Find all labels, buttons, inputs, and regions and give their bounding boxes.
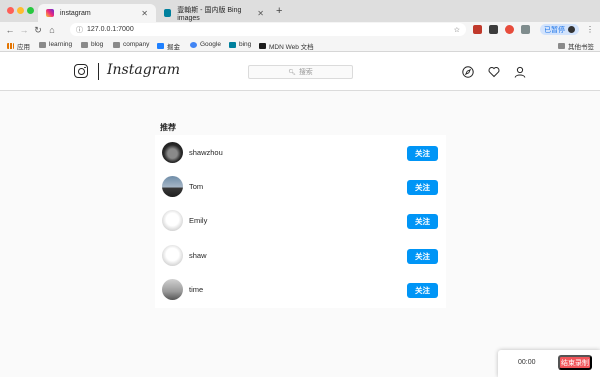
maximize-window-button[interactable]	[27, 7, 34, 14]
home-icon[interactable]: ⌂	[45, 25, 59, 35]
follow-button[interactable]: 关注	[407, 249, 438, 264]
follow-button[interactable]: 关注	[407, 214, 438, 229]
browser-tab-bar: instagram ✕ 壹翰斯 - 国内版 Bing images ✕ +	[0, 0, 600, 22]
stop-recording-button[interactable]: 结束录制	[558, 355, 592, 370]
bing-icon	[229, 41, 236, 48]
compass-icon[interactable]	[462, 66, 474, 78]
list-item: Emily 关注	[155, 204, 446, 238]
apps-grid-icon	[7, 43, 14, 49]
bookmark-juejin[interactable]: 掘金	[157, 41, 180, 51]
folder-icon	[113, 41, 120, 48]
bookmark-star-icon[interactable]: ☆	[454, 26, 460, 34]
list-item: shawzhou 关注	[155, 136, 446, 170]
bookmark-label: MDN Web 文档	[269, 44, 314, 51]
avatar[interactable]	[162, 176, 183, 197]
address-text: 127.0.0.1:7000	[87, 26, 134, 33]
recording-timer: 00:00	[518, 359, 536, 366]
juejin-icon	[157, 43, 164, 49]
heart-icon[interactable]	[488, 66, 500, 78]
follow-button[interactable]: 关注	[407, 180, 438, 195]
avatar[interactable]	[162, 245, 183, 266]
bookmark-company[interactable]: company	[113, 41, 149, 48]
browser-toolbar: ← → ↻ ⌂ ⓘ 127.0.0.1:7000 ☆ 已暂停 ⋮	[0, 22, 600, 38]
close-tab-icon[interactable]: ✕	[141, 9, 148, 18]
minimize-window-button[interactable]	[17, 7, 24, 14]
list-item: shaw 关注	[155, 239, 446, 273]
extension-dark-icon[interactable]	[489, 25, 498, 34]
bookmark-blog[interactable]: blog	[81, 41, 103, 48]
follow-button[interactable]: 关注	[407, 283, 438, 298]
screen-recorder-panel: 00:00 结束录制	[498, 350, 600, 377]
bookmark-label: company	[123, 41, 150, 48]
username[interactable]: Tom	[189, 182, 203, 191]
avatar[interactable]	[162, 279, 183, 300]
extension-target-icon[interactable]	[505, 25, 514, 34]
list-item: time 关注	[155, 273, 446, 307]
reload-icon[interactable]: ↻	[31, 25, 45, 36]
username[interactable]: time	[189, 285, 203, 294]
folder-icon	[558, 43, 565, 49]
bookmark-google[interactable]: Google	[190, 41, 221, 48]
folder-icon	[39, 41, 46, 48]
mdn-icon	[259, 43, 266, 49]
close-tab-icon[interactable]: ✕	[257, 9, 264, 18]
forward-arrow-icon[interactable]: →	[17, 25, 31, 35]
search-placeholder: 搜索	[298, 69, 313, 76]
instagram-wordmark[interactable]: Instagram	[107, 62, 180, 78]
bookmark-label: 应用	[17, 44, 30, 51]
info-icon[interactable]: ⓘ	[76, 25, 83, 35]
profile-avatar	[568, 26, 575, 33]
username[interactable]: Emily	[189, 216, 207, 225]
bookmarks-bar: 应用 learning blog company 掘金 Google bing …	[0, 38, 600, 52]
profile-icon[interactable]	[514, 66, 526, 78]
browser-menu-icon[interactable]: ⋮	[586, 25, 594, 34]
tab-instagram[interactable]: instagram ✕	[38, 4, 156, 22]
bookmark-label: 其他书签	[568, 44, 594, 51]
folder-icon	[81, 41, 88, 48]
search-icon: 🔍︎	[288, 69, 296, 76]
follow-button[interactable]: 关注	[407, 146, 438, 161]
bookmark-label: blog	[91, 41, 104, 48]
address-bar[interactable]: ⓘ 127.0.0.1:7000 ☆	[70, 23, 466, 36]
tab-label: 壹翰斯 - 国内版 Bing images	[177, 6, 242, 22]
username[interactable]: shawzhou	[189, 148, 223, 157]
bookmark-label: learning	[49, 41, 73, 48]
avatar[interactable]	[162, 142, 183, 163]
bing-favicon-icon	[164, 9, 172, 17]
instagram-camera-icon[interactable]	[74, 64, 88, 78]
suggestions-card: shawzhou 关注 Tom 关注 Emily 关注 shaw 关注 time…	[155, 135, 446, 308]
extension-red-icon[interactable]	[473, 25, 482, 34]
instagram-header: Instagram 🔍︎ 搜索	[0, 52, 600, 91]
avatar[interactable]	[162, 210, 183, 231]
paused-profile-button[interactable]: 已暂停	[540, 24, 579, 35]
back-arrow-icon[interactable]: ←	[3, 25, 17, 35]
logo-divider	[98, 63, 99, 80]
bookmark-label: Google	[200, 41, 221, 48]
close-window-button[interactable]	[7, 7, 14, 14]
paused-label: 已暂停	[544, 26, 565, 34]
tab-bing-images[interactable]: 壹翰斯 - 国内版 Bing images ✕	[156, 4, 272, 22]
suggestions-title: 推荐	[160, 123, 176, 132]
bookmark-label: 掘金	[167, 44, 180, 51]
instagram-favicon-icon	[46, 9, 54, 17]
extension-filter-icon[interactable]	[521, 25, 530, 34]
tab-label: instagram	[60, 9, 91, 17]
bookmark-apps[interactable]: 应用	[7, 41, 30, 51]
bookmark-bing[interactable]: bing	[229, 41, 251, 48]
google-icon	[190, 41, 197, 48]
new-tab-plus-icon[interactable]: +	[276, 5, 282, 17]
list-item: Tom 关注	[155, 170, 446, 204]
bookmark-label: bing	[239, 41, 252, 48]
username[interactable]: shaw	[189, 251, 207, 260]
bookmark-other[interactable]: 其他书签	[558, 41, 594, 51]
bookmark-learning[interactable]: learning	[39, 41, 72, 48]
search-input[interactable]: 🔍︎ 搜索	[248, 65, 353, 79]
bookmark-mdn[interactable]: MDN Web 文档	[259, 41, 314, 51]
